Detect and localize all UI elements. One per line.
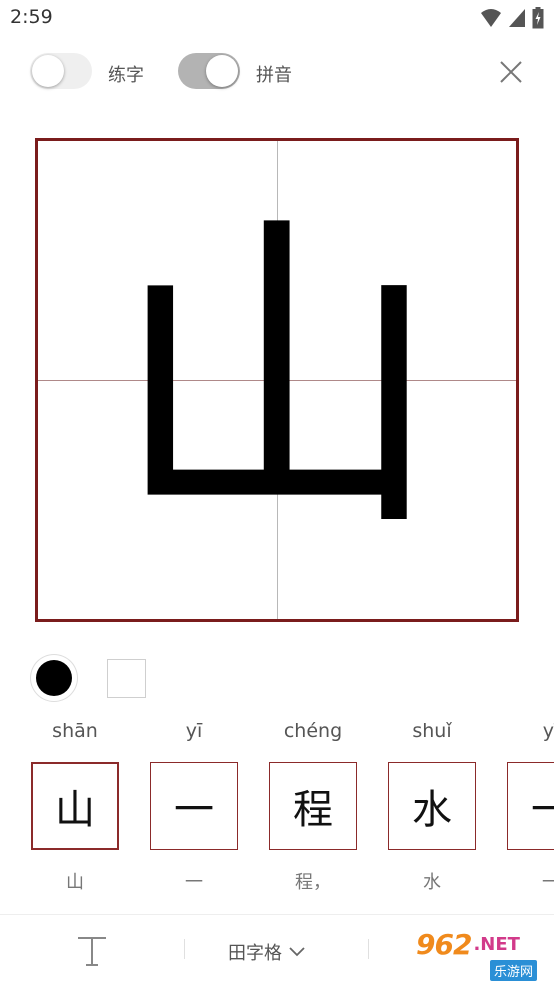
- white-ink-button[interactable]: [107, 659, 146, 698]
- cell-signal-icon: [509, 9, 525, 27]
- char-pinyin: shān: [52, 720, 98, 742]
- site-watermark: 962 .NET 乐游网: [416, 928, 550, 981]
- character-item[interactable]: shān 山 山: [31, 714, 119, 894]
- char-caption: 一: [542, 872, 554, 893]
- practice-label: 练字: [108, 65, 144, 86]
- status-bar: 2:59: [0, 0, 554, 36]
- char-pinyin: yī: [542, 720, 554, 742]
- character-strip[interactable]: shān 山 山 yī 一 一 chéng 程 程， shuǐ 水 水 yī 一…: [0, 714, 554, 904]
- pinyin-label: 拼音: [256, 65, 292, 86]
- black-swatch: [36, 660, 72, 696]
- char-caption: 水: [423, 872, 441, 893]
- model-character: 山: [112, 188, 442, 572]
- character-item[interactable]: yī 一 一: [150, 714, 238, 894]
- char-box[interactable]: 程: [269, 762, 357, 850]
- char-pinyin: yī: [185, 720, 203, 742]
- char-box[interactable]: 山: [31, 762, 119, 850]
- character-item[interactable]: shuǐ 水 水: [388, 714, 476, 894]
- char-box[interactable]: 一: [150, 762, 238, 850]
- char-caption: 程，: [295, 872, 331, 893]
- wifi-icon: [481, 9, 501, 27]
- character-item[interactable]: yī 一 一: [507, 714, 554, 894]
- character-item[interactable]: chéng 程 程，: [269, 714, 357, 894]
- text-tool-icon[interactable]: [74, 933, 110, 969]
- close-icon[interactable]: [496, 57, 526, 87]
- watermark-logo: 962 .NET: [416, 928, 520, 961]
- char-caption: 山: [66, 872, 84, 893]
- toggle-knob: [206, 55, 238, 87]
- status-time: 2:59: [10, 6, 53, 28]
- char-box[interactable]: 一: [507, 762, 554, 850]
- char-pinyin: shuǐ: [412, 720, 452, 742]
- status-icons: [480, 7, 544, 29]
- watermark-site: 乐游网: [490, 960, 538, 981]
- writing-board[interactable]: 山: [35, 138, 519, 622]
- chevron-down-icon: [289, 947, 305, 957]
- pinyin-toggle[interactable]: [178, 53, 240, 89]
- top-toolbar: 练字 拼音: [0, 50, 554, 96]
- practice-toggle[interactable]: [30, 53, 92, 89]
- watermark-net: .NET: [473, 934, 520, 955]
- watermark-number: 962: [416, 928, 472, 961]
- divider: [368, 939, 369, 959]
- battery-icon: [532, 7, 544, 29]
- black-ink-button[interactable]: [30, 654, 78, 702]
- grid-type-select[interactable]: 田字格: [228, 939, 306, 965]
- char-pinyin: chéng: [283, 720, 343, 742]
- toggle-knob: [32, 55, 64, 87]
- char-caption: 一: [185, 872, 203, 893]
- divider: [184, 939, 185, 959]
- grid-type-label: 田字格: [228, 943, 282, 964]
- char-box[interactable]: 水: [388, 762, 476, 850]
